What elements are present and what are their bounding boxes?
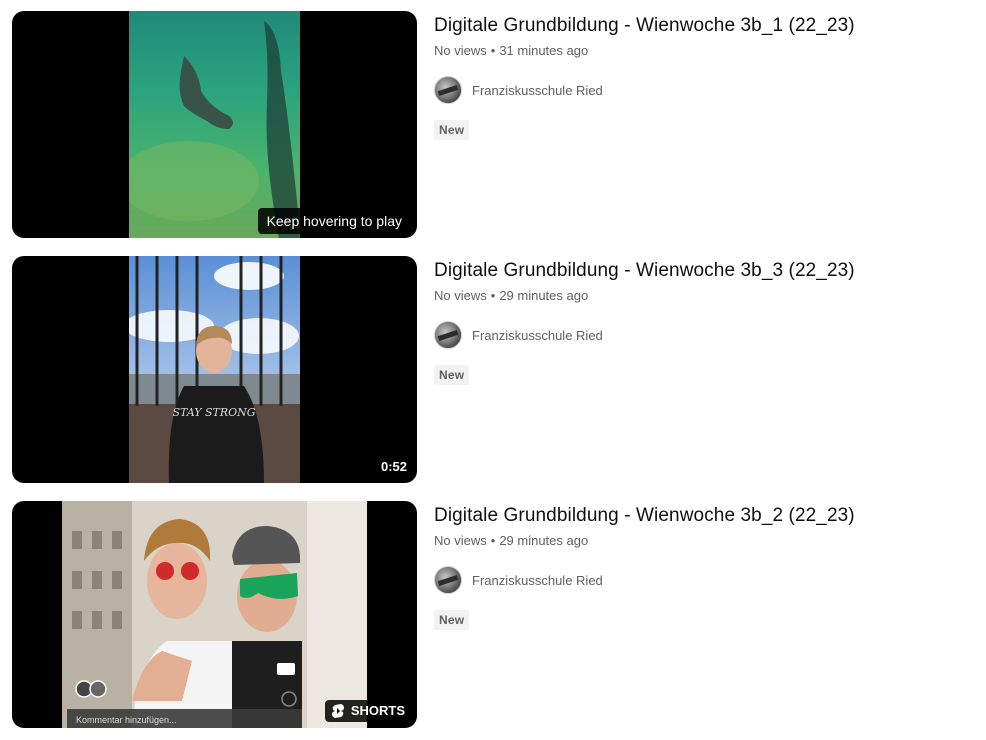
view-count: No views	[434, 43, 487, 58]
shirt-print-text: STAY STRONG	[172, 406, 255, 419]
video-thumbnail[interactable]: Keep hovering to play	[12, 11, 417, 238]
channel-name[interactable]: Franziskusschule Ried	[472, 328, 603, 343]
channel-name[interactable]: Franziskusschule Ried	[472, 83, 603, 98]
shorts-label: SHORTS	[350, 703, 405, 718]
shorts-chip: SHORTS	[324, 700, 411, 722]
channel-info[interactable]: Franziskusschule Ried	[434, 321, 954, 349]
upload-age: 31 minutes ago	[499, 43, 589, 58]
upload-age: 29 minutes ago	[499, 533, 589, 548]
view-count: No views	[434, 533, 487, 548]
video-thumbnail[interactable]: Kommentar hinzufügen... SHORTS	[12, 501, 417, 728]
view-count: No views	[434, 288, 487, 303]
video-metadata: No views • 29 minutes ago	[434, 532, 954, 550]
new-badge: New	[434, 120, 470, 140]
video-info: Digitale Grundbildung - Wienwoche 3b_3 (…	[434, 256, 954, 385]
new-badge: New	[434, 610, 470, 630]
video-result-3[interactable]: Kommentar hinzufügen... SHORTS Digitale …	[12, 501, 972, 729]
search-results-list: Keep hovering to play Digitale Grundbild…	[0, 0, 986, 740]
new-badge: New	[434, 365, 470, 385]
video-title[interactable]: Digitale Grundbildung - Wienwoche 3b_3 (…	[434, 258, 954, 284]
comment-hint: Kommentar hinzufügen...	[76, 715, 177, 725]
video-result-2[interactable]: STAY STRONG 0:52 Digitale Grundbildung -…	[12, 256, 972, 484]
shorts-icon	[331, 704, 344, 718]
separator-dot: •	[490, 43, 496, 58]
channel-info[interactable]: Franziskusschule Ried	[434, 566, 954, 594]
channel-avatar[interactable]	[434, 566, 462, 594]
upload-age: 29 minutes ago	[499, 288, 589, 303]
video-thumbnail[interactable]: STAY STRONG 0:52	[12, 256, 417, 483]
duration-chip: 0:52	[376, 457, 411, 477]
channel-name[interactable]: Franziskusschule Ried	[472, 573, 603, 588]
video-result-1[interactable]: Keep hovering to play Digitale Grundbild…	[12, 11, 972, 239]
separator-dot: •	[490, 533, 496, 548]
video-metadata: No views • 29 minutes ago	[434, 287, 954, 305]
channel-avatar[interactable]	[434, 76, 462, 104]
video-info: Digitale Grundbildung - Wienwoche 3b_2 (…	[434, 501, 954, 630]
thumbnail-image-boy-tower-view: STAY STRONG	[129, 256, 300, 483]
video-title[interactable]: Digitale Grundbildung - Wienwoche 3b_1 (…	[434, 13, 954, 39]
hover-hint-chip: Keep hovering to play	[257, 208, 411, 234]
channel-info[interactable]: Franziskusschule Ried	[434, 76, 954, 104]
video-title[interactable]: Digitale Grundbildung - Wienwoche 3b_2 (…	[434, 503, 954, 529]
channel-avatar[interactable]	[434, 321, 462, 349]
separator-dot: •	[490, 288, 496, 303]
thumbnail-image-selfie-shorts: Kommentar hinzufügen...	[62, 501, 367, 728]
video-metadata: No views • 31 minutes ago	[434, 42, 954, 60]
thumbnail-image-seal-aquarium	[129, 11, 300, 238]
video-info: Digitale Grundbildung - Wienwoche 3b_1 (…	[434, 11, 954, 140]
